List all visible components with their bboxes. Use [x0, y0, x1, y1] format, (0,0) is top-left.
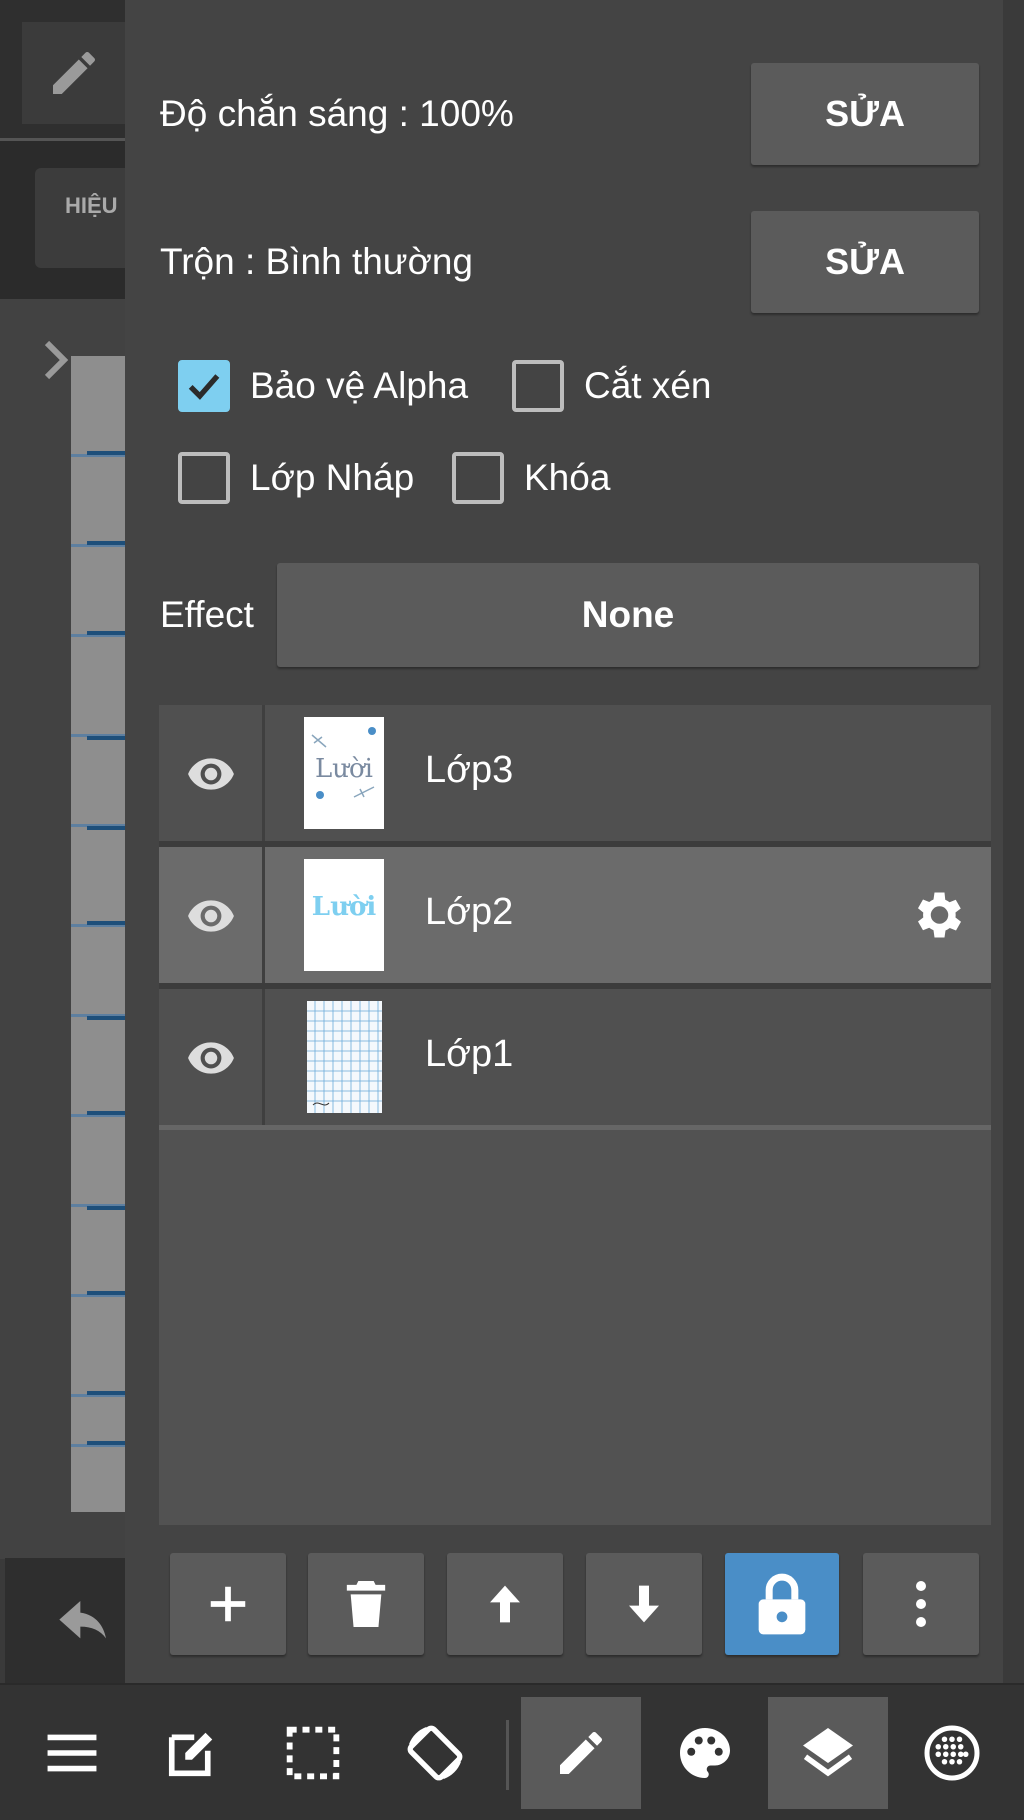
checkbox-label: Bảo vệ Alpha — [250, 365, 469, 406]
layer-row-1[interactable]: Lớp1 — [159, 989, 991, 1125]
palette-icon — [680, 1728, 730, 1778]
grid-button[interactable] — [892, 1697, 1012, 1809]
rotate-button[interactable] — [375, 1697, 495, 1809]
menu-button[interactable] — [12, 1697, 132, 1809]
layer-thumbnail — [307, 1001, 382, 1113]
opacity-edit-button[interactable]: SỬA — [751, 63, 979, 165]
checkbox-label: Cắt xén — [584, 365, 712, 406]
pencil-icon — [52, 51, 95, 94]
clipping-checkbox[interactable]: Cắt xén — [512, 360, 712, 412]
move-layer-up-button[interactable] — [447, 1553, 563, 1655]
layer-name: Lớp2 — [425, 891, 514, 933]
layer-thumbnail: Lười — [304, 717, 384, 829]
background-pencil-button[interactable] — [22, 22, 125, 124]
trash-icon — [346, 1581, 386, 1627]
visibility-toggle[interactable] — [159, 847, 262, 983]
blend-label: Trộn : Bình thường — [160, 241, 473, 282]
background-canvas-paper — [71, 356, 125, 1512]
palette-button[interactable] — [645, 1697, 765, 1809]
scroll-edge — [1003, 0, 1024, 1683]
add-icon — [210, 1586, 246, 1622]
grid-paper-thumbnail — [307, 1001, 382, 1113]
layers-icon — [803, 1728, 853, 1777]
chevron-right-icon[interactable] — [42, 340, 72, 380]
layer-row-3[interactable]: Lười Lớp3 — [159, 705, 991, 841]
more-options-button[interactable] — [863, 1553, 979, 1655]
svg-text:Lười: Lười — [315, 754, 373, 784]
edit-icon — [168, 1732, 213, 1777]
blend-edit-button[interactable]: SỬA — [751, 211, 979, 313]
visibility-toggle[interactable] — [159, 989, 262, 1125]
layers-button[interactable] — [768, 1697, 888, 1809]
bottom-toolbar — [0, 1683, 1024, 1820]
checkbox-label: Khóa — [524, 457, 611, 498]
brush-button[interactable] — [521, 1697, 641, 1809]
app-root: HIỆU Độ chắn sáng : 100% SỬA Trộn : Bình… — [0, 0, 1024, 1820]
effect-label: Effect — [160, 594, 254, 635]
svg-text:Lười: Lười — [312, 892, 377, 922]
divider — [159, 1125, 991, 1130]
selection-icon — [286, 1726, 340, 1780]
layer-thumbnail: Lười — [304, 859, 384, 971]
eye-icon — [187, 758, 234, 790]
check-icon — [188, 374, 220, 400]
divider — [262, 989, 265, 1125]
lock-icon — [758, 1573, 806, 1635]
layer-panel: Độ chắn sáng : 100% SỬA Trộn : Bình thườ… — [125, 0, 1003, 1683]
checkbox-box[interactable] — [452, 452, 504, 504]
alpha-protect-checkbox[interactable]: Bảo vệ Alpha — [178, 360, 468, 412]
rotate-icon — [407, 1725, 463, 1781]
delete-layer-button[interactable] — [308, 1553, 424, 1655]
background-effect-tab[interactable]: HIỆU — [35, 168, 125, 268]
effect-select-button[interactable]: None — [277, 563, 979, 667]
checkbox-box[interactable] — [178, 452, 230, 504]
brush-icon — [560, 1731, 603, 1774]
checkbox-box[interactable] — [512, 360, 564, 412]
layer-list: Lười Lớp3 Lười Lớp2 Lớp1 — [159, 705, 991, 1525]
layer-name: Lớp3 — [425, 749, 514, 791]
lock-checkbox[interactable]: Khóa — [452, 452, 610, 504]
arrow-up-icon — [490, 1585, 520, 1623]
grid-icon — [924, 1725, 980, 1781]
eye-icon — [187, 900, 234, 932]
toolbar-divider — [506, 1720, 509, 1790]
undo-icon[interactable] — [57, 1598, 113, 1646]
background-undo-area — [5, 1558, 125, 1683]
thumbnail-image: Lười — [311, 727, 376, 799]
gear-icon[interactable] — [907, 885, 967, 945]
edit-button[interactable] — [132, 1697, 252, 1809]
menu-icon — [47, 1734, 97, 1772]
lock-layer-button[interactable] — [725, 1553, 839, 1655]
opacity-label: Độ chắn sáng : 100% — [160, 93, 514, 134]
checkbox-label: Lớp Nháp — [250, 457, 415, 498]
arrow-down-icon — [629, 1585, 659, 1623]
selection-button[interactable] — [253, 1697, 373, 1809]
more-vert-icon — [916, 1581, 926, 1627]
move-layer-down-button[interactable] — [586, 1553, 702, 1655]
layer-row-2[interactable]: Lười Lớp2 — [159, 847, 991, 983]
divider — [262, 705, 265, 841]
draft-layer-checkbox[interactable]: Lớp Nháp — [178, 452, 414, 504]
eye-icon — [187, 1042, 234, 1074]
checkbox-box[interactable] — [178, 360, 230, 412]
add-layer-button[interactable] — [170, 1553, 286, 1655]
divider — [262, 847, 265, 983]
thumbnail-image: Lười — [312, 892, 377, 922]
layer-name: Lớp1 — [425, 1033, 514, 1075]
visibility-toggle[interactable] — [159, 705, 262, 841]
